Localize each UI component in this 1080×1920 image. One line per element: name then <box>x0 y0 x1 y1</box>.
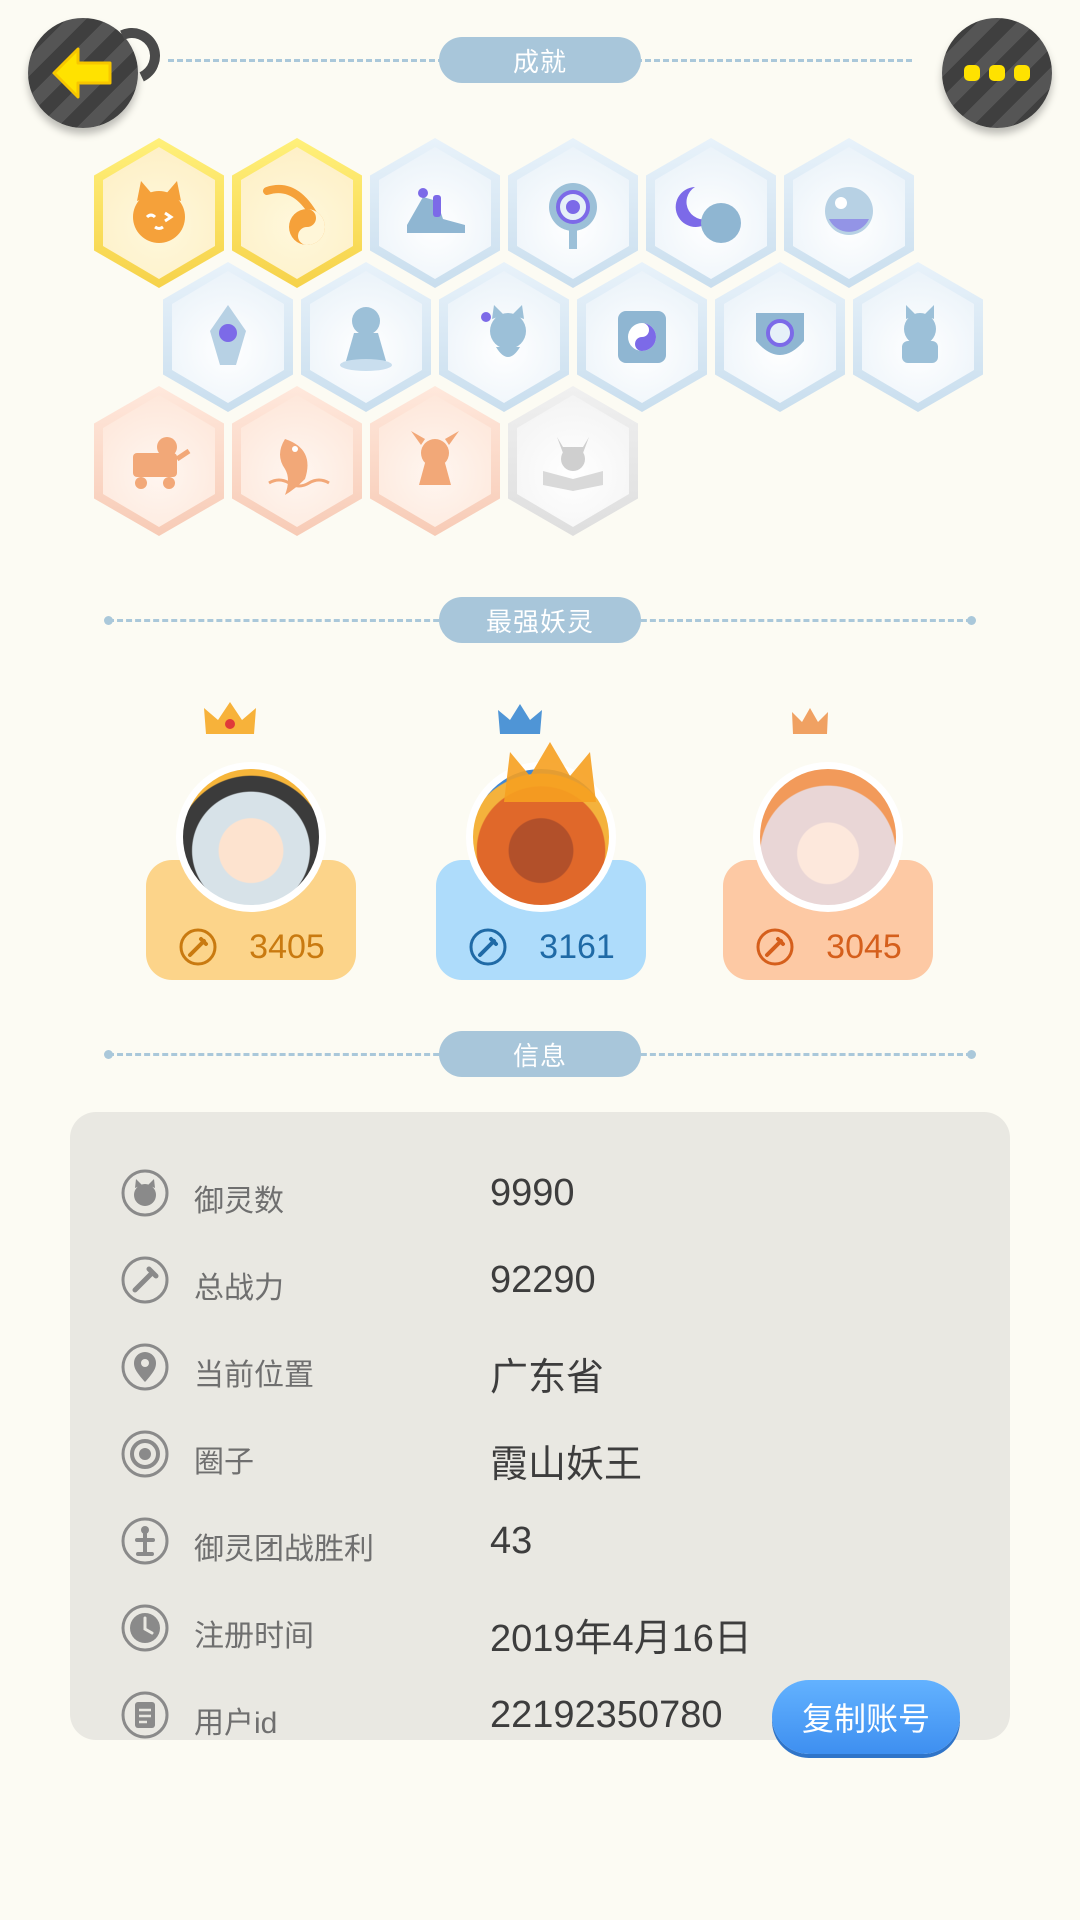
shield-icon <box>756 313 804 355</box>
achievements-header: 成就 <box>0 37 1080 83</box>
info-label: 当前位置 <box>194 1359 314 1392</box>
location-pin-icon <box>121 1343 169 1391</box>
sword-icon <box>179 928 217 966</box>
strongest-header: 最强妖灵 <box>0 597 1080 643</box>
info-header: 信息 <box>0 1031 1080 1077</box>
bronze-crown-icon <box>792 708 828 734</box>
sword-icon <box>469 928 507 966</box>
info-label: 总战力 <box>194 1272 284 1305</box>
info-label: 注册时间 <box>194 1620 314 1653</box>
circle-target-icon <box>121 1430 169 1478</box>
achievement-badge-locked[interactable] <box>508 386 638 536</box>
flame-crest-icon <box>504 742 596 802</box>
achievement-badge[interactable] <box>94 386 224 536</box>
creature-icon <box>121 1169 169 1217</box>
trophy-icon <box>121 1517 169 1565</box>
info-label: 御灵团战胜利 <box>194 1533 374 1566</box>
fox-face-icon <box>133 181 185 243</box>
copy-account-button[interactable]: 复制账号 <box>772 1680 960 1754</box>
info-row-creature-count: 御灵数 9990 <box>70 1154 1010 1234</box>
koi-fish-icon <box>268 439 330 495</box>
info-row-location: 当前位置 广东省 <box>70 1328 1010 1408</box>
info-value: 43 <box>490 1520 533 1562</box>
power-value: 3161 <box>539 927 615 966</box>
info-value: 霞山妖王 <box>490 1444 643 1486</box>
crystal-icon <box>210 305 246 365</box>
moon-sphere-icon <box>675 187 741 243</box>
power-value: 3045 <box>826 927 902 966</box>
spirit-statue-icon <box>340 307 392 371</box>
crystal-ball-icon <box>825 187 873 235</box>
info-value: 9990 <box>490 1172 575 1214</box>
cat-statue-icon <box>902 305 938 363</box>
section-title-achievements: 成就 <box>439 37 641 83</box>
portal-icon <box>549 183 597 249</box>
achievement-badge[interactable] <box>232 386 362 536</box>
sword-icon <box>756 928 794 966</box>
silver-crown-icon <box>498 704 542 734</box>
sword-icon <box>121 1256 169 1304</box>
info-value: 2019年4月16日 <box>490 1618 752 1660</box>
avatar-ring <box>753 762 903 912</box>
yin-yang-flame-icon <box>263 185 325 245</box>
section-title-info: 信息 <box>439 1031 641 1077</box>
fox-book-icon <box>543 437 603 491</box>
info-row-register-time: 注册时间 2019年4月16日 <box>70 1589 1010 1669</box>
achievement-badge[interactable] <box>715 262 845 412</box>
yin-yang-box-icon <box>618 311 666 363</box>
achievement-badge[interactable] <box>853 262 983 412</box>
cat-cart-icon <box>133 437 191 489</box>
pink-haired-girl-avatar <box>760 769 896 905</box>
info-value: 92290 <box>490 1259 596 1301</box>
info-label: 御灵数 <box>194 1185 284 1218</box>
silver-haired-girl-avatar <box>183 769 319 905</box>
id-card-icon <box>121 1691 169 1739</box>
info-panel: 御灵数 9990 总战力 92290 当前位置 广东省 圈子 霞山妖王 御灵团战… <box>70 1112 1010 1754</box>
info-value: 22192350780 <box>490 1694 723 1736</box>
achievement-badge[interactable] <box>370 386 500 536</box>
power-value: 3405 <box>249 927 325 966</box>
clock-icon <box>121 1604 169 1652</box>
gold-crown-icon <box>204 702 256 734</box>
info-row-user-id: 用户id 22192350780 复制账号 <box>70 1676 1010 1756</box>
sneaker-icon <box>407 188 465 233</box>
avatar-ring <box>176 762 326 912</box>
cat-spirit-icon <box>481 305 526 357</box>
info-row-team-wins: 御灵团战胜利 43 <box>70 1502 1010 1582</box>
info-row-circle: 圈子 霞山妖王 <box>70 1415 1010 1495</box>
section-title-strongest: 最强妖灵 <box>439 597 641 643</box>
info-label: 圈子 <box>194 1446 254 1479</box>
info-value: 广东省 <box>490 1357 605 1399</box>
horned-creature-icon <box>411 431 459 485</box>
info-label: 用户id <box>194 1707 278 1740</box>
info-row-total-power: 总战力 92290 <box>70 1241 1010 1321</box>
